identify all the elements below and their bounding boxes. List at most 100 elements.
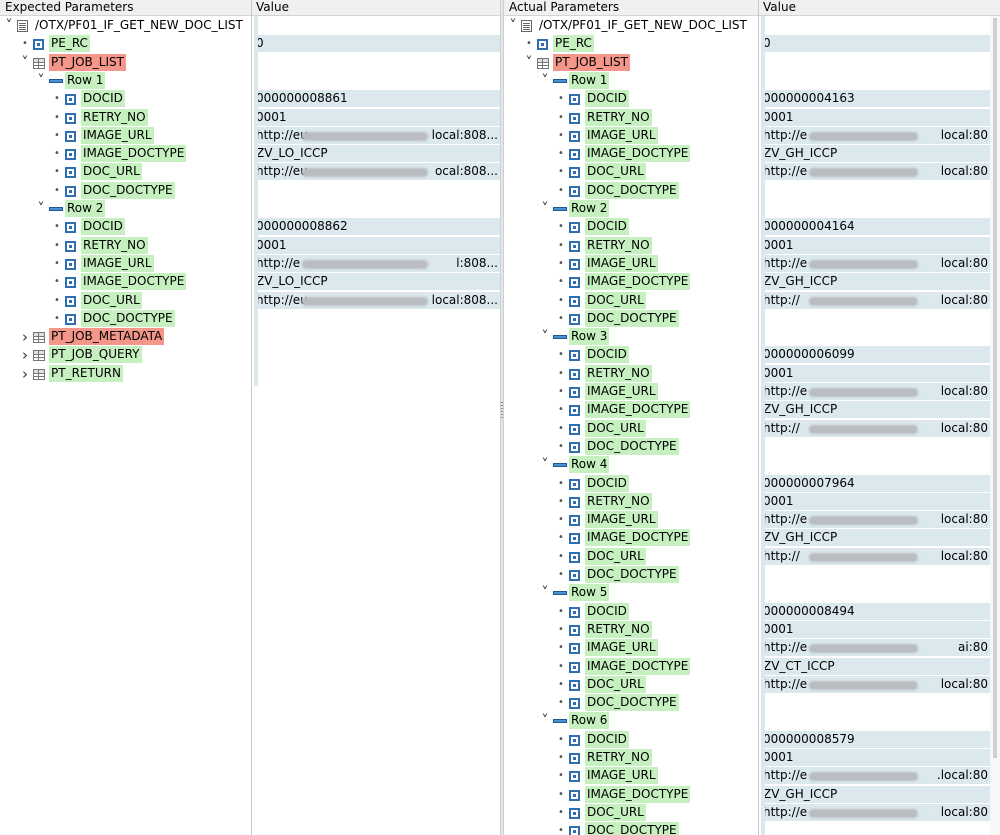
tree-row[interactable]: • RETRY_NO 0001 xyxy=(504,108,992,127)
parameter-value[interactable]: ZV_GH_ICCP xyxy=(761,401,992,419)
tree-row[interactable]: • IMAGE_DOCTYPE ZV_LO_ICCP xyxy=(0,145,500,163)
tree-row[interactable]: ˅ Row 2 xyxy=(0,200,500,218)
tree-row[interactable]: • DOC_URL http://e local:80 xyxy=(504,803,992,822)
parameter-value[interactable]: ZV_LO_ICCP xyxy=(254,273,500,291)
collapse-chevron-icon[interactable]: ˅ xyxy=(540,456,550,474)
tree-row[interactable]: • IMAGE_DOCTYPE ZV_GH_ICCP xyxy=(504,785,992,804)
parameter-value[interactable]: http://e local:80 xyxy=(761,163,992,181)
parameter-value[interactable]: http://e ai:80 xyxy=(761,639,992,657)
parameter-value[interactable]: 0001 xyxy=(761,108,992,126)
parameter-value[interactable]: ZV_CT_ICCP xyxy=(761,657,992,675)
tree-row[interactable]: • DOC_DOCTYPE xyxy=(504,309,990,328)
tree-row[interactable]: • IMAGE_DOCTYPE ZV_CT_ICCP xyxy=(504,657,992,676)
parameter-value[interactable]: 0001 xyxy=(254,236,500,254)
tree-row[interactable]: • DOC_DOCTYPE xyxy=(0,309,500,328)
tree-row[interactable]: • IMAGE_URL http://e local:80 xyxy=(504,383,992,401)
parameter-value[interactable]: ZV_GH_ICCP xyxy=(761,785,992,803)
tree-row[interactable]: • IMAGE_DOCTYPE ZV_GH_ICCP xyxy=(504,529,992,547)
parameter-value[interactable]: 000000008862 xyxy=(254,218,500,236)
parameter-value[interactable]: 000000004163 xyxy=(761,90,992,108)
tree-row[interactable]: ˅ Row 1 xyxy=(504,71,990,90)
tree-row[interactable]: › PT_JOB_METADATA xyxy=(0,328,500,346)
tree-row[interactable]: • RETRY_NO 0001 xyxy=(504,364,992,383)
parameter-value[interactable]: 0 xyxy=(254,35,500,53)
tree-row[interactable]: • DOCID 000000008861 xyxy=(0,90,500,108)
parameter-value[interactable]: ZV_GH_ICCP xyxy=(761,273,992,291)
tree-row[interactable]: • RETRY_NO 0001 xyxy=(0,108,500,127)
collapse-chevron-icon[interactable]: ˅ xyxy=(540,584,550,602)
parameter-value[interactable]: http:// local:80 xyxy=(761,291,992,309)
collapse-chevron-icon[interactable]: ˅ xyxy=(20,54,30,72)
tree-row[interactable]: • DOC_DOCTYPE xyxy=(504,694,990,712)
expand-chevron-icon[interactable]: › xyxy=(20,346,30,364)
collapse-chevron-icon[interactable]: ˅ xyxy=(36,72,46,90)
tree-row[interactable]: › PT_JOB_QUERY xyxy=(0,346,500,364)
tree-row[interactable]: • DOC_DOCTYPE xyxy=(504,822,990,835)
parameter-value[interactable]: http://eu local:808... xyxy=(254,126,500,144)
tree-row[interactable]: ˅ Row 6 xyxy=(504,712,990,730)
parameter-value[interactable]: 000000008579 xyxy=(761,730,992,748)
collapse-chevron-icon[interactable]: ˅ xyxy=(540,328,550,346)
expected-value-header[interactable]: Value xyxy=(251,0,500,16)
parameter-value[interactable]: http://eu ocal:808... xyxy=(254,163,500,181)
collapse-chevron-icon[interactable]: ˅ xyxy=(540,72,550,90)
parameter-value[interactable]: 0001 xyxy=(254,108,500,126)
expected-parameters-header[interactable]: Expected Parameters xyxy=(0,0,251,16)
parameter-value[interactable]: 0001 xyxy=(761,364,992,382)
tree-row[interactable]: • DOCID 000000008862 xyxy=(0,218,500,236)
tree-row[interactable]: ˅ /OTX/PF01_IF_GET_NEW_DOC_LIST xyxy=(0,17,500,35)
tree-row[interactable]: ˅ /OTX/PF01_IF_GET_NEW_DOC_LIST xyxy=(504,17,990,35)
tree-row[interactable]: ˅ PT_JOB_LIST xyxy=(0,53,500,72)
collapse-chevron-icon[interactable]: ˅ xyxy=(540,712,550,730)
collapse-chevron-icon[interactable]: ˅ xyxy=(508,17,518,35)
tree-row[interactable]: • IMAGE_URL http://e local:80 xyxy=(504,126,992,145)
parameter-value[interactable]: http://e local:80 xyxy=(761,383,992,400)
tree-row[interactable]: • IMAGE_DOCTYPE ZV_GH_ICCP xyxy=(504,273,992,291)
tree-row[interactable]: • DOC_URL http:// local:80 xyxy=(504,547,992,566)
tree-row[interactable]: ˅ Row 2 xyxy=(504,200,990,218)
parameter-value[interactable]: 0001 xyxy=(761,749,992,766)
parameter-value[interactable]: ZV_LO_ICCP xyxy=(254,145,500,163)
parameter-value[interactable]: 000000006099 xyxy=(761,346,992,364)
tree-row[interactable]: › PT_RETURN xyxy=(0,364,500,383)
parameter-value[interactable]: http://e l:808... xyxy=(254,254,500,272)
splitter-grip-icon[interactable] xyxy=(501,402,503,420)
expand-chevron-icon[interactable]: › xyxy=(20,328,30,346)
tree-row[interactable]: • DOC_URL http://eu ocal:808... xyxy=(0,163,500,181)
collapse-chevron-icon[interactable]: ˅ xyxy=(36,200,46,218)
vertical-scrollbar[interactable] xyxy=(990,16,1000,835)
tree-row[interactable]: • DOCID 000000006099 xyxy=(504,346,992,364)
tree-row[interactable]: • RETRY_NO 0001 xyxy=(504,236,992,255)
parameter-value[interactable]: http://e local:80 xyxy=(761,126,992,144)
tree-row[interactable]: ˅ PT_JOB_LIST xyxy=(504,53,990,72)
tree-row[interactable]: • RETRY_NO 0001 xyxy=(504,492,992,511)
tree-row[interactable]: • DOC_URL http://e local:80 xyxy=(504,675,992,694)
parameter-value[interactable]: 0001 xyxy=(761,492,992,510)
parameter-value[interactable]: 000000008861 xyxy=(254,90,500,108)
parameter-value[interactable]: 0001 xyxy=(761,620,992,638)
tree-row[interactable]: • DOC_DOCTYPE xyxy=(504,566,990,584)
tree-row[interactable]: • IMAGE_URL http://e l:808... xyxy=(0,254,500,273)
parameter-value[interactable]: http://eu local:808... xyxy=(254,291,500,309)
parameter-value[interactable]: 000000007964 xyxy=(761,474,992,492)
parameter-value[interactable]: ZV_GH_ICCP xyxy=(761,529,992,547)
parameter-value[interactable]: http://e local:80 xyxy=(761,675,992,693)
tree-row[interactable]: • PE_RC 0 xyxy=(0,35,500,53)
tree-row[interactable]: • RETRY_NO 0001 xyxy=(504,620,992,639)
tree-row[interactable]: • IMAGE_DOCTYPE ZV_LO_ICCP xyxy=(0,273,500,291)
collapse-chevron-icon[interactable]: ˅ xyxy=(4,17,14,35)
parameter-value[interactable]: 0 xyxy=(761,35,992,53)
parameter-value[interactable]: http://e .local:80 xyxy=(761,767,992,785)
parameter-value[interactable]: 000000004164 xyxy=(761,218,992,236)
tree-row[interactable]: ˅ Row 5 xyxy=(504,584,990,602)
tree-row[interactable]: • IMAGE_URL http://e local:80 xyxy=(504,511,992,529)
tree-row[interactable]: • DOCID 000000008494 xyxy=(504,602,992,621)
tree-row[interactable]: • PE_RC 0 xyxy=(504,35,992,53)
collapse-chevron-icon[interactable]: ˅ xyxy=(524,54,534,72)
tree-row[interactable]: ˅ Row 4 xyxy=(504,456,990,474)
tree-row[interactable]: • IMAGE_URL http://e local:80 xyxy=(504,254,992,273)
tree-row[interactable]: ˅ Row 3 xyxy=(504,328,990,346)
tree-row[interactable]: • DOC_URL http:// local:80 xyxy=(504,291,992,310)
tree-row[interactable]: • DOC_DOCTYPE xyxy=(504,437,990,456)
parameter-value[interactable]: 000000008494 xyxy=(761,602,992,620)
